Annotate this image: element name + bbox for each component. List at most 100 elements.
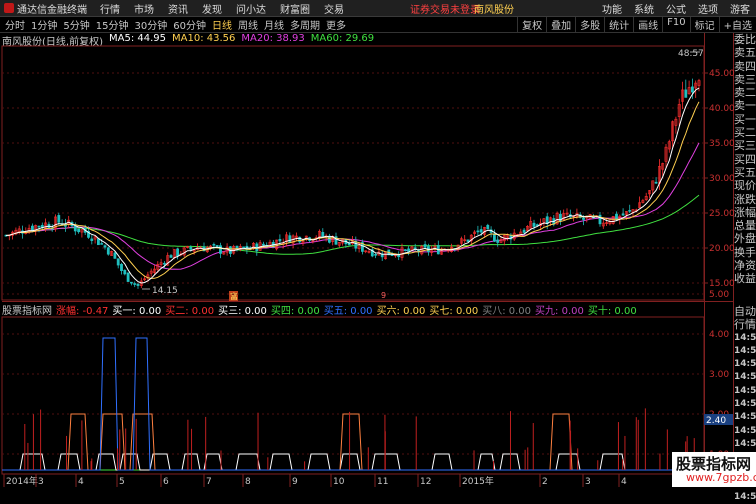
price-tick-label-2: 35.00 [709, 139, 735, 149]
side-item-13: 涨幅 [734, 205, 756, 219]
event-marker-1-label: 富 [230, 291, 238, 301]
side-item-7: 买二 [734, 126, 756, 140]
side-item-14: 总量 [734, 219, 756, 233]
watermark-url: www.7gpzb.com [686, 471, 756, 484]
ma20-path [5, 142, 700, 270]
tick-item-7: 14:50 [734, 399, 756, 410]
candle-body [120, 263, 123, 271]
price-tick-label-1: 40.00 [709, 104, 735, 114]
candle-body [103, 245, 107, 248]
candle-body [479, 229, 483, 233]
indicator-line-white [2, 453, 704, 471]
candle-body [288, 235, 292, 243]
side-item-4: 卖二 [734, 86, 756, 100]
candle-body [123, 269, 127, 275]
time-label-14: 4 [621, 477, 627, 487]
indicator-lines [2, 337, 704, 471]
candle-body [261, 243, 265, 246]
candle-body [97, 238, 100, 246]
time-label-13: 3 [585, 477, 591, 487]
side-item-0: 委比 [734, 33, 756, 46]
side-item-16: 换手 [734, 245, 756, 259]
candle-body [278, 239, 282, 242]
candle-body [684, 89, 688, 98]
tick-item-14: 14:50 [734, 492, 756, 503]
kline-chart[interactable]: 45.0040.0035.0030.0025.0020.0015.00 48.5… [0, 0, 756, 487]
candle-body [133, 283, 137, 285]
indicator-tick-label-1: 4.00 [709, 330, 729, 340]
watermark: 股票指标网 www.7gpzb.com [672, 452, 756, 487]
side-item-18: 收益 [734, 272, 756, 286]
ma20-line [5, 142, 700, 270]
side-item-8: 买三 [734, 139, 756, 153]
candle-body [106, 247, 110, 255]
ma5-path [5, 87, 700, 284]
tick-item-1[interactable]: 行情 [734, 318, 756, 331]
time-label-1: 3 [38, 477, 44, 487]
candle-body [242, 246, 246, 249]
candle-body [136, 283, 140, 286]
candle-body [176, 248, 180, 257]
side-item-12: 涨跌 [734, 192, 756, 206]
candle-body [113, 252, 117, 259]
candlesticks [4, 78, 701, 289]
candle-body [37, 225, 41, 228]
candle-body [215, 245, 219, 247]
candle-body [169, 255, 173, 258]
side-item-17: 净资 [734, 259, 756, 273]
side-item-15: 外盘 [734, 232, 756, 246]
time-label-5: 7 [206, 477, 212, 487]
main-chart-frame [1, 45, 705, 301]
time-label-9: 11 [377, 477, 388, 487]
time-label-3: 5 [119, 477, 125, 487]
candle-body [30, 225, 34, 231]
quote-side-panel: 委比 卖五 卖四 卖三 卖二 卖一 买一 买二 买三 买四 买五 现价 涨跌 涨幅 总量 外盘 换手 净资 收益 [734, 33, 756, 286]
candle-body [466, 239, 470, 242]
candle-body [486, 224, 490, 230]
side-item-3: 卖三 [734, 72, 756, 86]
side-item-11: 现价 [734, 179, 756, 193]
candle-body [628, 210, 632, 212]
indicator-line-orange [2, 413, 704, 471]
candle-body [57, 215, 61, 223]
event-marker-2-label[interactable]: 9 [381, 291, 386, 300]
time-label-7: 9 [292, 477, 298, 487]
side-item-6: 买一 [734, 112, 756, 126]
candle-body [219, 245, 222, 254]
candle-body [130, 281, 133, 284]
price-tick-label-0: 45.00 [709, 69, 735, 79]
indicator-line-blue [2, 337, 704, 471]
ma60-line [5, 194, 700, 255]
candle-body [100, 243, 104, 245]
candle-body [621, 213, 625, 216]
price-tick-label-3: 30.00 [709, 174, 735, 184]
candle-body [126, 272, 130, 282]
tick-item-6: 14:50 [734, 385, 756, 396]
ma60-path [5, 194, 700, 255]
indicator-tick-label-0: 5.00 [709, 290, 729, 300]
candle-body [163, 262, 166, 265]
tick-item-0[interactable]: 自动 [734, 305, 756, 318]
time-label-8: 10 [333, 477, 345, 487]
price-tick-label-4: 25.00 [709, 209, 735, 219]
candle-body [403, 249, 407, 251]
candle-body [532, 222, 536, 227]
high-price-label: 48.57 [678, 49, 704, 59]
ma10-line [5, 101, 700, 279]
candle-body [374, 254, 378, 256]
side-item-1: 卖五 [734, 46, 756, 60]
candle-body [492, 233, 496, 242]
ma5-line [5, 87, 700, 284]
candle-body [77, 228, 81, 233]
time-label-12: 2 [542, 477, 548, 487]
indicator-frame [1, 316, 705, 475]
candle-body [476, 230, 480, 233]
time-axis: 2014年 3 4 5 6 7 8 9 10 11 12 2015年 2 3 4 [3, 474, 627, 487]
side-item-9: 买四 [734, 152, 756, 166]
time-label-0: 2014年 [6, 475, 38, 487]
candle-body [407, 248, 411, 252]
candle-body [90, 238, 94, 241]
time-label-6: 8 [245, 477, 251, 487]
candle-body [321, 232, 325, 237]
candle-body [690, 86, 694, 93]
